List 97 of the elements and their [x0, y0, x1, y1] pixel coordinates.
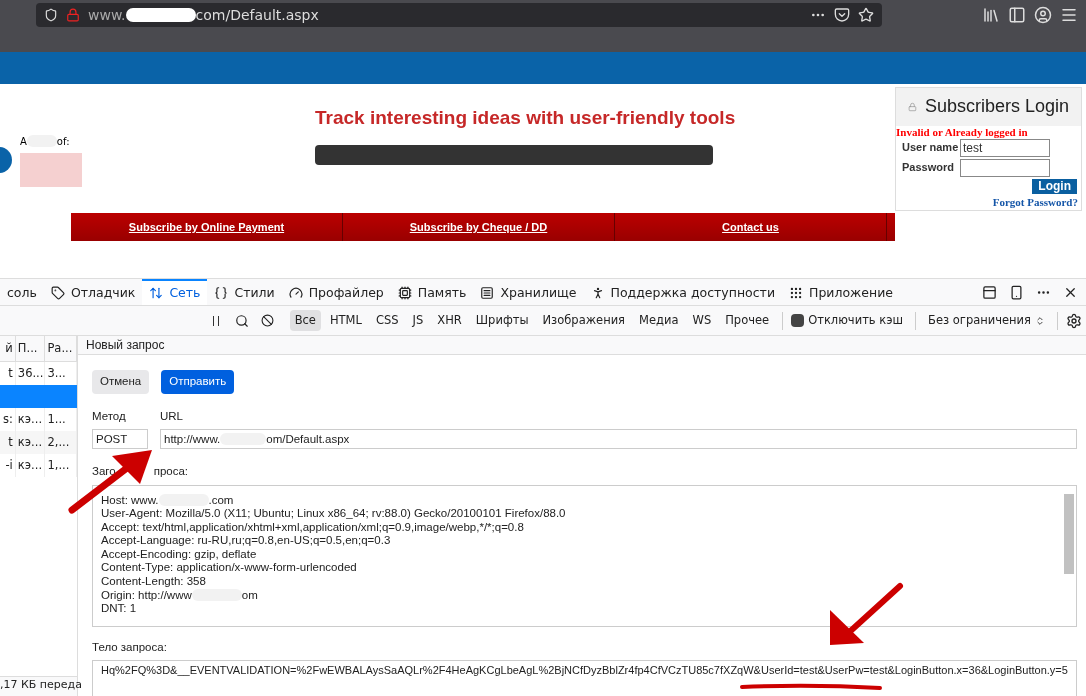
filter-button[interactable]: HTML	[324, 309, 367, 332]
nav-link[interactable]: Contact us	[722, 218, 779, 236]
filter-button[interactable]: JS	[407, 309, 429, 332]
settings-icon[interactable]	[1066, 312, 1082, 329]
header-line: User-Agent: Mozilla/5.0 (X11; Ubuntu; Linux x86_64; rv:88.0) Gecko/20100101 Firefox/88.0	[101, 507, 566, 521]
login-title: Subscribers Login	[924, 95, 1069, 119]
checkbox-label: Отключить кэш	[808, 311, 904, 329]
field-label: Тело запроса:	[92, 639, 168, 655]
devtools-tab[interactable]: Память	[390, 279, 474, 305]
logo-icon	[0, 147, 12, 173]
field-label: Метод	[92, 409, 127, 424]
url-field[interactable]: http://www. om/Default.aspx	[160, 429, 1077, 450]
pause-icon[interactable]	[212, 315, 219, 326]
table-cell: 1,...	[45, 454, 77, 477]
star-icon[interactable]	[858, 7, 874, 23]
partner-text: of:	[56, 134, 70, 149]
devtools-tab[interactable]: соль	[0, 279, 44, 305]
header-line: Content-Length: 358	[101, 575, 206, 589]
filter-button[interactable]: Медиа	[634, 309, 684, 332]
braces-icon	[214, 286, 229, 300]
clear-icon[interactable]	[260, 314, 274, 327]
cancel-button[interactable]: Отмена	[92, 370, 150, 394]
body-textarea[interactable]: Hq%2FQ%3D&__EVENTVALIDATION=%2FwEWBALAysSaAQLr%2F4HeAgKCgLbeAgL%2BjNCfDyzBblZr4fp4CfVCzTU85c7fXZqW&UserId=test&UserPw=test&LoginButton.x=36&LoginButton.y=5	[92, 659, 1077, 696]
filter-button[interactable]: Шрифты	[470, 309, 534, 332]
field-label: Password	[902, 160, 955, 176]
url-text: com/Default.aspx	[195, 5, 319, 25]
error-message: Invalid or Already logged in	[896, 125, 1029, 139]
request-row[interactable]: s: кэ... 1...	[0, 408, 77, 431]
header-line: Accept-Encoding: gzip, deflate	[101, 547, 257, 562]
url-text: www.	[88, 5, 126, 25]
column-header[interactable]: Ра...	[45, 336, 77, 361]
library-icon[interactable]	[982, 6, 1000, 24]
devtools-tab[interactable]: Сеть	[142, 279, 208, 305]
throttle-dropdown[interactable]: Без ограничения	[928, 311, 1053, 330]
username-field[interactable]: test	[960, 138, 1050, 157]
forgot-password-link[interactable]: Forgot Password?	[992, 193, 1078, 210]
filter-button[interactable]: XHR	[432, 309, 467, 332]
devtools-tab[interactable]: Отладчик	[43, 279, 143, 305]
request-row[interactable]: t кэ... 2,...	[0, 431, 77, 454]
password-field[interactable]	[960, 158, 1050, 177]
pocket-icon[interactable]	[834, 7, 850, 23]
column-header[interactable]: й	[0, 336, 16, 361]
devtools-tab[interactable]: Стили	[207, 279, 282, 305]
field-label: User name	[902, 140, 960, 156]
header-line: Host: www.	[101, 493, 159, 508]
shield-icon[interactable]	[44, 8, 58, 22]
devtools-tab[interactable]: Поддержка доступности	[583, 279, 782, 305]
devtools-tab[interactable]: Приложение	[782, 279, 901, 305]
send-button[interactable]: Отправить	[161, 370, 235, 394]
body-text: Hq%2FQ%3D&__EVENTVALIDATION=%2FwEWBALAysSaAQLr%2F4HeAgKCgLbeAgL%2BjNCfDyzBblZr4fp4CfVCzTU85c7fXZqW&UserId=test&UserPw=test&LoginButton.x=36&LoginButton.y=5	[101, 663, 1068, 676]
account-icon[interactable]	[1034, 6, 1052, 24]
search-icon[interactable]	[234, 313, 249, 328]
chip-icon	[397, 286, 412, 300]
filter-button[interactable]: CSS	[370, 309, 404, 332]
header-line: om	[241, 588, 258, 603]
field-label: URL	[160, 409, 184, 424]
panel-title: Новый запрос	[86, 337, 165, 354]
updown-icon	[1035, 315, 1045, 326]
filter-button[interactable]: Изображения	[537, 309, 631, 332]
header-line: .com	[208, 493, 234, 508]
header-line: Content-Type: application/x-www-form-urlencoded	[101, 561, 357, 576]
table-cell: кэ...	[15, 454, 46, 477]
devtools-tab[interactable]: Хранилище	[473, 279, 584, 305]
filter-button[interactable]: WS	[687, 309, 717, 332]
filter-button[interactable]: Все	[289, 309, 321, 332]
headline: Track interesting ideas with user-friendly tools	[315, 106, 736, 130]
partner-logo	[20, 152, 82, 187]
tag-icon	[50, 286, 65, 300]
header-line: Origin: http://www	[101, 588, 192, 603]
method-field[interactable]: POST	[92, 429, 148, 450]
devtools-tab[interactable]: Профайлер	[281, 279, 391, 305]
grid-icon	[789, 286, 803, 300]
header-line: DNT: 1	[101, 602, 137, 616]
lock-icon[interactable]	[66, 8, 80, 22]
header-line: Accept: text/html,application/xhtml+xml,application/xml;q=0.9,image/webp,*/*;q=0.8	[101, 520, 524, 535]
nav-link[interactable]: Subscribe by Cheque / DD	[409, 218, 548, 236]
column-header[interactable]: П...	[15, 336, 46, 361]
partner-text: A	[20, 134, 27, 149]
headers-textarea[interactable]	[92, 484, 1077, 627]
dock-icon[interactable]	[982, 284, 997, 300]
disable-cache-checkbox[interactable]	[791, 314, 805, 327]
arrows-icon	[149, 286, 164, 300]
redacted-block	[125, 8, 196, 22]
scrollbar-thumb[interactable]	[1063, 493, 1074, 574]
table-cell: -i	[0, 454, 16, 477]
storage-icon	[480, 286, 495, 300]
field-label: проса:	[153, 464, 189, 480]
filter-button[interactable]: Прочее	[720, 309, 775, 332]
responsive-icon[interactable]	[1009, 284, 1024, 300]
address-bar[interactable]: www. com/Default.aspx	[36, 3, 882, 27]
field-label: Заго	[92, 464, 116, 480]
gauge-icon	[288, 286, 303, 300]
login-button[interactable]: Login	[1032, 178, 1077, 194]
nav-link[interactable]: Subscribe by Online Payment	[128, 218, 285, 236]
header-line: Accept-Language: ru-RU,ru;q=0.8,en-US;q=0.5,en;q=0.3	[101, 534, 391, 548]
sidebar-icon[interactable]	[1008, 6, 1026, 24]
menu-icon[interactable]	[1060, 6, 1078, 24]
